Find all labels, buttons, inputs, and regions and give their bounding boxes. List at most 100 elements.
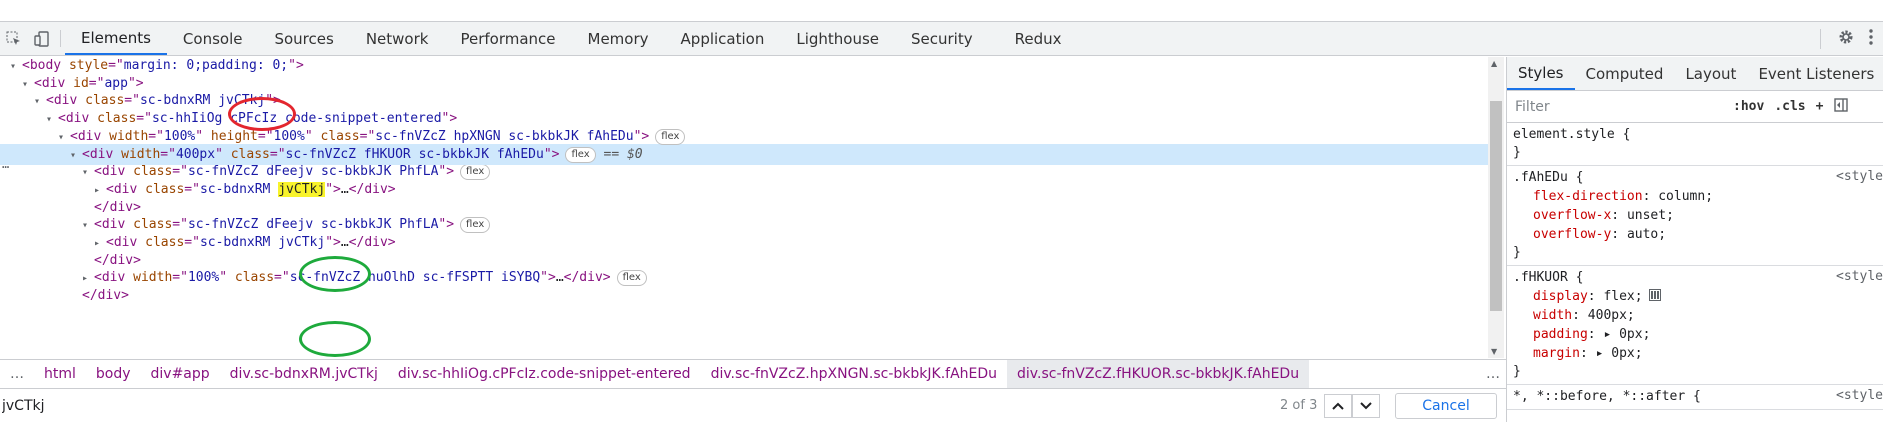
toggle-sidebar-icon[interactable] <box>1834 97 1849 116</box>
style-declaration[interactable]: width: 400px; <box>1513 306 1883 325</box>
tab-elements[interactable]: Elements <box>65 22 167 55</box>
more-options-icon[interactable] <box>1863 29 1883 49</box>
dom-txt: … <box>340 181 349 197</box>
style-declaration[interactable]: margin: ▸ 0px; <box>1513 344 1883 363</box>
dom-attr: class <box>133 217 173 233</box>
property-value[interactable]: 400px; <box>1588 308 1635 323</box>
node-actions-ellipsis[interactable]: … <box>2 157 9 171</box>
tab-security[interactable]: Security <box>895 22 989 55</box>
property-value[interactable]: unset; <box>1627 208 1674 223</box>
tab-sources[interactable]: Sources <box>258 22 349 55</box>
styles-filter-input[interactable] <box>1513 94 1728 119</box>
expand-triangle-down-icon[interactable]: ▾ <box>70 145 82 166</box>
breadcrumb-item[interactable]: div.sc-hhIiOg.cPFcIz.code-snippet-entere… <box>388 366 701 382</box>
expand-triangle-down-icon[interactable]: ▾ <box>34 91 46 112</box>
tab-network[interactable]: Network <box>350 22 445 55</box>
elements-scrollbar[interactable]: ▲ ▼ <box>1488 57 1504 358</box>
scrollbar-thumb[interactable] <box>1490 101 1502 311</box>
property-name[interactable]: margin <box>1533 346 1580 361</box>
expand-triangle-down-icon[interactable]: ▾ <box>46 109 58 130</box>
scroll-up-icon[interactable]: ▲ <box>1491 59 1497 68</box>
breadcrumb-item[interactable]: div.sc-fnVZcZ.fHKUOR.sc-bkbkJK.fAhEDu <box>1007 360 1310 388</box>
search-next-button[interactable] <box>1352 394 1380 418</box>
rule-selector[interactable]: .fAhEDu { <box>1513 169 1883 187</box>
style-declaration[interactable]: overflow-x: unset; <box>1513 206 1883 225</box>
breadcrumb-item[interactable]: div#app <box>141 366 220 382</box>
expand-triangle-down-icon[interactable]: ▾ <box>82 215 94 236</box>
property-name[interactable]: width <box>1533 308 1572 323</box>
tab-application[interactable]: Application <box>665 22 781 55</box>
rule-origin-link[interactable]: <style <box>1836 388 1883 403</box>
property-value[interactable]: auto; <box>1627 227 1666 242</box>
inspect-element-icon[interactable] <box>0 22 28 55</box>
property-value[interactable]: flex; <box>1603 289 1642 304</box>
device-toolbar-icon[interactable] <box>28 22 56 55</box>
flex-badge[interactable]: flex <box>565 146 596 163</box>
rule-selector[interactable]: element.style { <box>1513 126 1883 144</box>
style-declaration[interactable]: padding: ▸ 0px; <box>1513 325 1883 344</box>
breadcrumb-overflow-ellipsis[interactable]: … <box>1486 366 1500 382</box>
tab-lighthouse[interactable]: Lighthouse <box>780 22 895 55</box>
dom-node-line[interactable]: ▾ <body style="margin: 0;padding: 0;"> <box>0 57 1488 76</box>
breadcrumb-item[interactable]: div.sc-bdnxRM.jvCTkj <box>220 366 388 382</box>
flex-badge[interactable]: flex <box>460 217 491 234</box>
tab-memory[interactable]: Memory <box>572 22 665 55</box>
panel-tabs: Elements Console Sources Network Performance… <box>65 22 1078 55</box>
settings-gear-icon[interactable] <box>1829 28 1863 50</box>
search-cancel-button[interactable]: Cancel <box>1395 393 1497 419</box>
expand-triangle-down-icon[interactable]: ▾ <box>58 127 70 148</box>
chevron-up-icon <box>1332 402 1344 410</box>
dom-attr: class <box>145 235 185 250</box>
dom-val: sc-bdnxRM <box>139 93 219 109</box>
expand-triangle-right-icon[interactable]: ▸ <box>94 180 106 201</box>
flex-badge[interactable]: flex <box>460 164 491 181</box>
sidebar-tab-layout[interactable]: Layout <box>1674 57 1747 90</box>
dom-tag: <div <box>70 128 110 144</box>
filter-tool-1[interactable]: .cls <box>1769 99 1810 114</box>
rule-origin-link[interactable]: <style <box>1836 169 1883 184</box>
breadcrumb-item[interactable]: body <box>86 366 141 382</box>
rule-selector[interactable]: *, *::before, *::after { <box>1513 388 1883 406</box>
style-declaration[interactable]: overflow-y: auto; <box>1513 225 1883 244</box>
property-name[interactable]: overflow-x <box>1533 208 1611 223</box>
flex-badge[interactable]: flex <box>655 128 686 145</box>
tab-redux[interactable]: Redux <box>989 22 1078 55</box>
rule-selector[interactable]: .fHKUOR { <box>1513 269 1883 287</box>
breadcrumb-item[interactable]: html <box>34 366 86 382</box>
flex-badge[interactable]: flex <box>616 270 647 287</box>
dom-tag: "> <box>127 75 144 91</box>
sidebar-tab-computed[interactable]: Computed <box>1575 57 1675 90</box>
expand-triangle-down-icon[interactable]: ▾ <box>22 74 34 95</box>
search-prev-button[interactable] <box>1324 394 1352 418</box>
sidebar-tab-event-listeners[interactable]: Event Listeners <box>1747 57 1883 90</box>
scroll-down-icon[interactable]: ▼ <box>1491 347 1497 356</box>
expand-triangle-down-icon[interactable]: ▾ <box>10 57 22 77</box>
property-name[interactable]: display <box>1533 289 1588 304</box>
dom-tag: =" <box>274 270 290 286</box>
dom-tag: "> <box>540 270 556 286</box>
expand-triangle-right-icon[interactable]: ▸ <box>82 268 94 289</box>
property-name[interactable]: overflow-y <box>1533 227 1611 242</box>
property-name[interactable]: padding <box>1533 327 1588 342</box>
style-declaration[interactable]: display: flex; <box>1513 287 1883 306</box>
property-value[interactable]: column; <box>1658 189 1713 204</box>
search-input[interactable] <box>0 392 1330 420</box>
tab-console[interactable]: Console <box>167 22 259 55</box>
rule-origin-link[interactable]: <style <box>1836 269 1883 284</box>
expand-triangle-down-icon[interactable]: ▾ <box>82 162 94 183</box>
property-value[interactable]: ▸ 0px; <box>1596 346 1643 361</box>
sidebar-tab-styles[interactable]: Styles <box>1507 57 1575 90</box>
property-value[interactable]: ▸ 0px; <box>1603 327 1650 342</box>
property-name[interactable]: flex-direction <box>1533 189 1643 204</box>
elements-tree[interactable]: </div> ▸ <div width="100%" class="sc-fnVZc… <box>0 57 1506 358</box>
style-declaration[interactable]: flex-direction: column; <box>1513 187 1883 206</box>
breadcrumb-overflow-ellipsis[interactable]: … <box>0 366 34 382</box>
devtools-tabbar: Elements Console Sources Network Performance… <box>0 22 1883 56</box>
flexbox-editor-icon[interactable] <box>1643 289 1661 304</box>
filter-tool-2[interactable]: + <box>1811 99 1829 114</box>
dom-tag: =" <box>359 128 376 144</box>
breadcrumb-item[interactable]: div.sc-fnVZcZ.hpXNGN.sc-bkbkJK.fAhEDu <box>701 366 1007 382</box>
filter-tool-0[interactable]: :hov <box>1728 99 1769 114</box>
expand-triangle-right-icon[interactable]: ▸ <box>94 233 106 254</box>
tab-performance[interactable]: Performance <box>444 22 571 55</box>
